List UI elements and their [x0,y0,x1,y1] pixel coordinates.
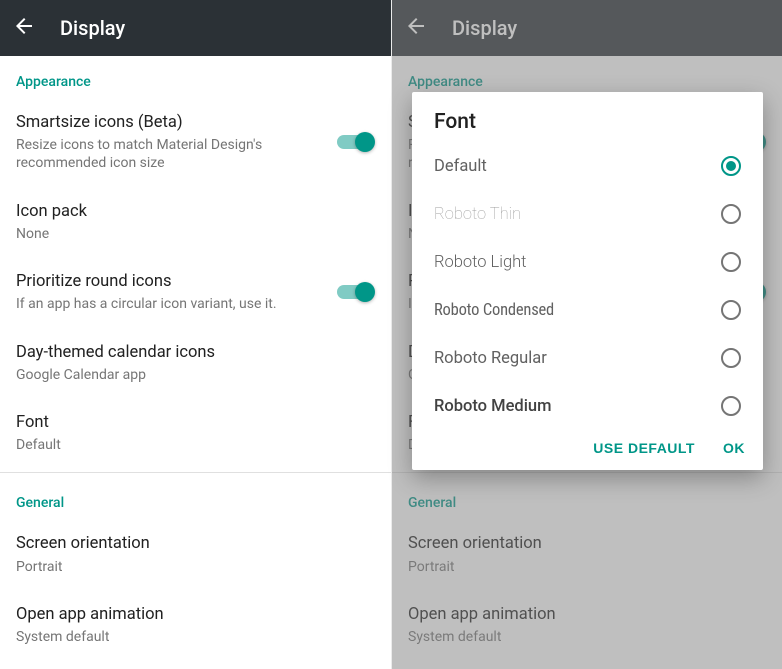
divider [0,472,391,473]
option-label: Roboto Light [434,253,721,272]
item-title: Icon pack [16,201,375,223]
appbar: Display [0,0,391,56]
item-sub: Portrait [16,558,375,576]
item-sub: None [16,225,375,243]
item-title: Open app animation [16,604,375,626]
item-sub: Resize icons to match Material Design's … [16,136,329,172]
toggle-roundicons[interactable] [337,282,375,302]
option-label: Roboto Regular [434,349,721,368]
option-label: Roboto Thin [434,205,721,224]
item-title: Smartsize icons (Beta) [16,112,329,134]
font-option-light[interactable]: Roboto Light [412,238,763,286]
appbar-title: Display [60,16,125,40]
ok-button[interactable]: OK [723,440,745,456]
item-sub: System default [16,628,375,646]
dialog-title: Font [412,110,763,142]
back-icon[interactable] [12,14,36,42]
item-title: Prioritize round icons [16,271,329,293]
toggle-smartsize[interactable] [337,132,375,152]
option-label: Roboto Condensed [434,301,721,320]
content: Appearance Smartsize icons (Beta) Resize… [0,56,391,669]
item-sub: Default [16,436,375,454]
item-smartsize[interactable]: Smartsize icons (Beta) Resize icons to m… [0,98,391,187]
item-iconpack[interactable]: Icon pack None [0,187,391,257]
font-option-medium[interactable]: Roboto Medium [412,382,763,430]
item-font[interactable]: Font Default [0,398,391,468]
item-openanim[interactable]: Open app animation System default [0,590,391,660]
section-general: General [0,477,391,519]
item-roundicons[interactable]: Prioritize round icons If an app has a c… [0,257,391,327]
item-sub: Google Calendar app [16,366,375,384]
item-calendar[interactable]: Day-themed calendar icons Google Calenda… [0,328,391,398]
radio-icon [721,156,741,176]
font-option-condensed[interactable]: Roboto Condensed [412,286,763,334]
item-title: Font [16,412,375,434]
item-title: Day-themed calendar icons [16,342,375,364]
radio-icon [721,396,741,416]
font-option-default[interactable]: Default [412,142,763,190]
item-sub: If an app has a circular icon variant, u… [16,295,329,313]
dialog-actions: USE DEFAULT OK [412,430,763,470]
font-option-regular[interactable]: Roboto Regular [412,334,763,382]
font-option-thin[interactable]: Roboto Thin [412,190,763,238]
section-appearance: Appearance [0,56,391,98]
use-default-button[interactable]: USE DEFAULT [593,440,695,456]
right-pane: Display Appearance Smartsize icons (Beta… [391,0,782,669]
radio-icon [721,252,741,272]
font-dialog: Font Default Roboto Thin Roboto Light Ro… [412,92,763,470]
option-label: Roboto Medium [434,397,721,416]
radio-icon [721,204,741,224]
item-orientation[interactable]: Screen orientation Portrait [0,519,391,589]
option-label: Default [434,157,721,176]
radio-icon [721,300,741,320]
left-pane: Display Appearance Smartsize icons (Beta… [0,0,391,669]
item-title: Screen orientation [16,533,375,555]
radio-icon [721,348,741,368]
